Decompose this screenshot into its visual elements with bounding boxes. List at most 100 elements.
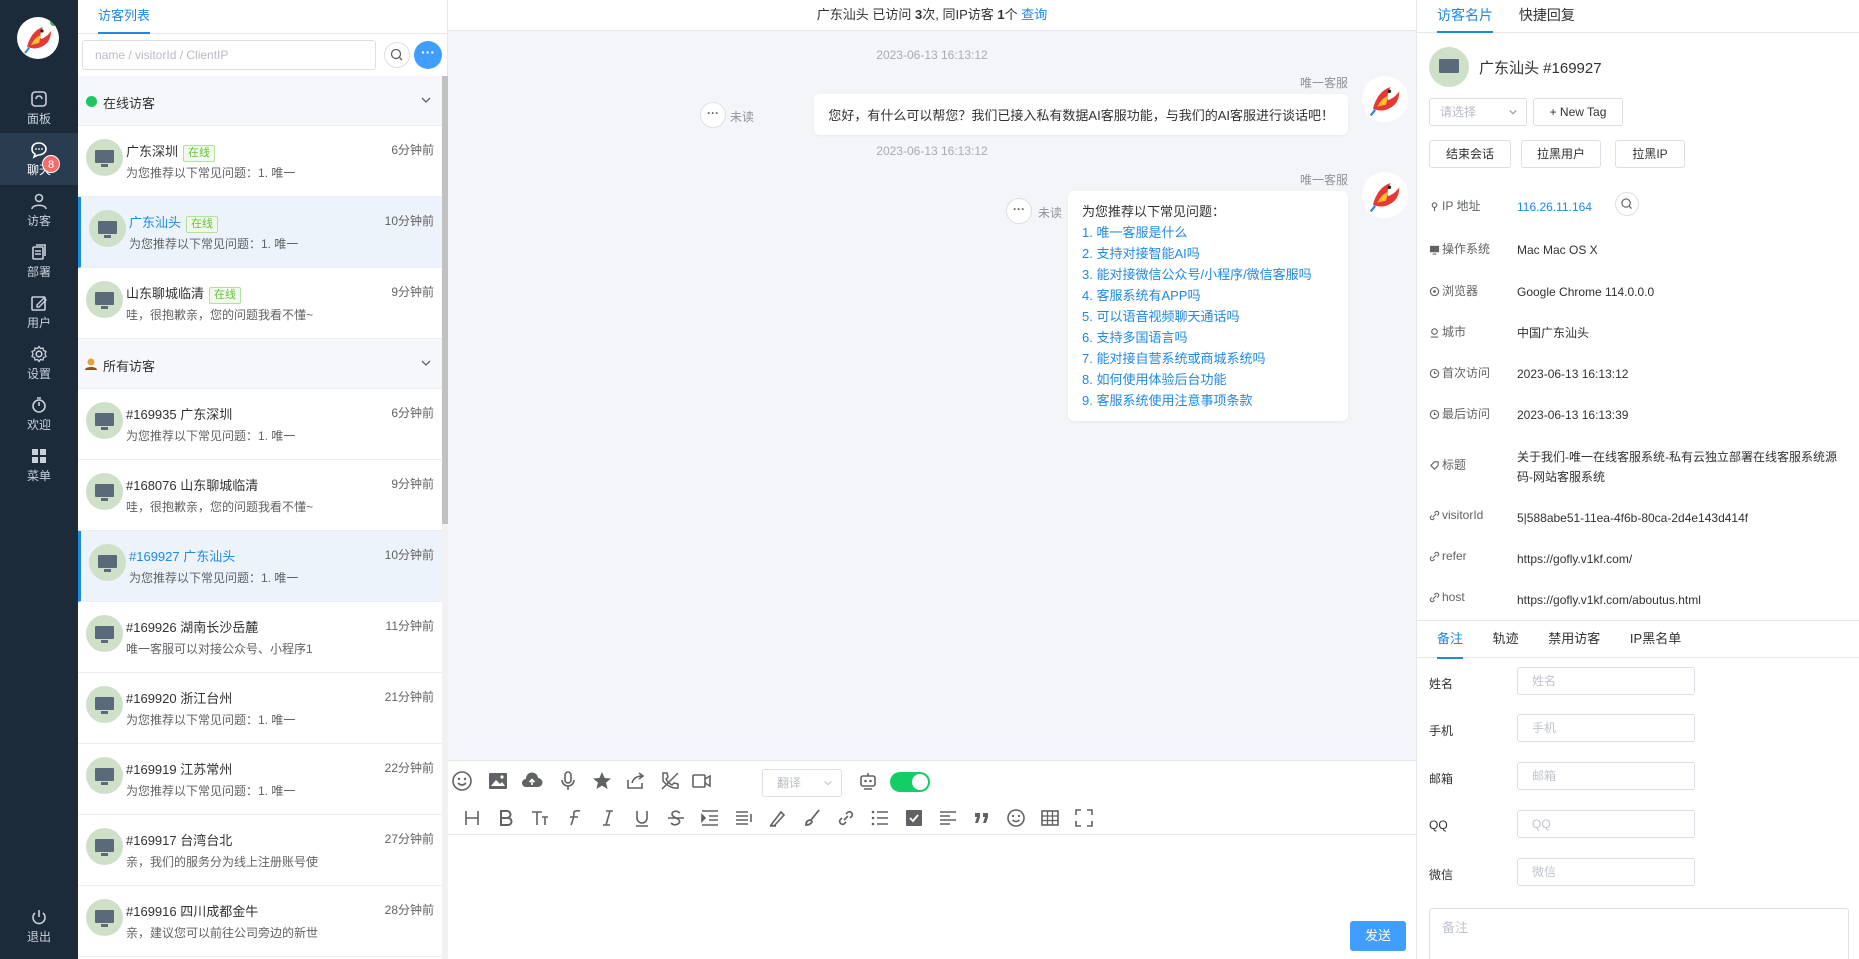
nav-item-settings[interactable]: 设置 — [0, 337, 78, 389]
strikethrough-icon[interactable] — [664, 806, 688, 830]
query-link[interactable]: 查询 — [1021, 7, 1047, 22]
faq-question-link[interactable]: 5. 可以语音视频聊天通话吗 — [1082, 306, 1334, 327]
faq-question-link[interactable]: 9. 客服系统使用注意事项条款 — [1082, 390, 1334, 411]
list-item[interactable]: 广东深圳 在线 6分钟前 为您推荐以下常见问题：1. 唯一 — [78, 126, 442, 197]
visitor-search-input[interactable] — [82, 40, 376, 70]
avatar — [86, 899, 123, 936]
list-item[interactable]: #169927 广东汕头 10分钟前 为您推荐以下常见问题：1. 唯一 — [78, 531, 442, 602]
list-item[interactable]: #169919 江苏常州 22分钟前 为您推荐以下常见问题：1. 唯一 — [78, 744, 442, 815]
faq-question-link[interactable]: 6. 支持多国语言吗 — [1082, 327, 1334, 348]
list-item[interactable]: #169916 四川成都金牛 28分钟前 亲，建议您可以前往公司旁边的新世 — [78, 886, 442, 957]
nav-item-users[interactable]: 用户 — [0, 286, 78, 338]
field-label: 微信 — [1429, 868, 1454, 882]
phone-field[interactable] — [1517, 714, 1695, 742]
star-icon[interactable] — [590, 769, 614, 793]
tab-trace[interactable]: 轨迹 — [1493, 621, 1519, 657]
chevron-down-icon[interactable] — [420, 357, 432, 369]
line-height-icon[interactable] — [732, 806, 756, 830]
robot-icon[interactable] — [856, 769, 880, 793]
list-item[interactable]: #169917 台湾台北 27分钟前 亲，我们的服务分为线上注册账号使 — [78, 815, 442, 886]
remark-textarea[interactable] — [1429, 908, 1849, 959]
visitor-scroll-area[interactable]: 在线访客 广东深圳 在线 6分钟前 为您推荐以下常见问题：1. 唯一 广东汕头 在线… — [78, 76, 442, 959]
list-item[interactable]: #169935 广东深圳 6分钟前 为您推荐以下常见问题：1. 唯一 — [78, 389, 442, 460]
align-left-icon[interactable] — [936, 806, 960, 830]
tab-visitor-list[interactable]: 访客列表 — [98, 0, 151, 34]
underline-icon[interactable] — [630, 806, 654, 830]
send-button[interactable]: 发送 — [1350, 921, 1406, 951]
indent-icon[interactable] — [698, 806, 722, 830]
faq-question-link[interactable]: 4. 客服系统有APP吗 — [1082, 285, 1334, 306]
app-logo[interactable] — [17, 17, 59, 59]
message-more-button[interactable]: ··· — [700, 102, 726, 128]
visitor-last-message: 为您推荐以下常见问题：1. 唯一 — [126, 429, 296, 443]
chevron-down-icon[interactable] — [420, 94, 432, 106]
heading-icon[interactable] — [460, 806, 484, 830]
nav-item-deploy[interactable]: 部署 — [0, 235, 78, 287]
nav-item-logout[interactable]: 退出 — [0, 900, 78, 952]
font-size-icon[interactable] — [528, 806, 552, 830]
info-label: 操作系统 — [1429, 240, 1490, 257]
nav-item-visitors[interactable]: 访客 — [0, 184, 78, 236]
italic-icon[interactable] — [596, 806, 620, 830]
font-color-icon[interactable] — [766, 806, 790, 830]
nav-item-dashboard[interactable]: 面板 — [0, 82, 78, 134]
tab-banned-visitors[interactable]: 禁用访客 — [1548, 621, 1600, 657]
block-ip-button[interactable]: 拉黑IP — [1615, 140, 1685, 168]
tab-remark[interactable]: 备注 — [1437, 621, 1464, 659]
qq-field[interactable] — [1517, 810, 1695, 838]
faq-question-link[interactable]: 8. 如何使用体验后台功能 — [1082, 369, 1334, 390]
microphone-icon[interactable] — [556, 769, 580, 793]
ip-address[interactable]: 116.26.11.164 — [1517, 197, 1847, 217]
nav-item-chat[interactable]: 聊天 8 — [0, 133, 78, 185]
ip-lookup-button[interactable] — [1615, 192, 1639, 216]
upload-cloud-icon[interactable] — [520, 769, 544, 793]
faq-question-link[interactable]: 3. 能对接微信公众号/小程序/微信客服吗 — [1082, 264, 1334, 285]
nav-item-welcome[interactable]: 欢迎 — [0, 388, 78, 440]
background-color-icon[interactable] — [800, 806, 824, 830]
wechat-field[interactable] — [1517, 858, 1695, 886]
checkbox-icon[interactable] — [902, 806, 926, 830]
ai-reply-toggle[interactable] — [890, 772, 930, 792]
font-family-icon[interactable] — [562, 806, 586, 830]
list-item[interactable]: #169926 湖南长沙岳麓 11分钟前 唯一客服可以对接公众号、小程序1 — [78, 602, 442, 673]
bullet-list-icon[interactable] — [868, 806, 892, 830]
online-visitors-header[interactable]: 在线访客 — [78, 76, 442, 126]
search-icon — [1621, 198, 1633, 210]
visitor-last-message: 为您推荐以下常见问题：1. 唯一 — [129, 237, 299, 251]
quote-icon[interactable] — [970, 806, 994, 830]
name-field[interactable] — [1517, 667, 1695, 695]
bold-icon[interactable] — [494, 806, 518, 830]
search-button[interactable] — [384, 42, 410, 68]
list-item[interactable]: #169920 浙江台州 21分钟前 为您推荐以下常见问题：1. 唯一 — [78, 673, 442, 744]
table-icon[interactable] — [1038, 806, 1062, 830]
translate-placeholder: 翻译 — [777, 776, 802, 790]
tab-visitor-card[interactable]: 访客名片 — [1437, 0, 1493, 33]
message-more-button[interactable]: ··· — [1006, 198, 1032, 224]
faq-question-link[interactable]: 2. 支持对接智能AI吗 — [1082, 243, 1334, 264]
share-icon[interactable] — [624, 769, 648, 793]
end-session-button[interactable]: 结束会话 — [1429, 140, 1511, 168]
list-item[interactable]: 广东汕头 在线 10分钟前 为您推荐以下常见问题：1. 唯一 — [78, 197, 442, 268]
emoji-icon[interactable] — [1004, 806, 1028, 830]
new-tag-button[interactable]: + New Tag — [1533, 98, 1623, 126]
nav-item-menu[interactable]: 菜单 — [0, 439, 78, 491]
link-icon[interactable] — [834, 806, 858, 830]
all-visitors-header[interactable]: 所有访客 — [78, 339, 442, 389]
phone-off-icon[interactable] — [658, 769, 682, 793]
tag-select[interactable]: 请选择 — [1429, 98, 1527, 126]
email-field[interactable] — [1517, 762, 1695, 790]
tab-quick-reply[interactable]: 快捷回复 — [1519, 0, 1575, 31]
block-user-button[interactable]: 拉黑用户 — [1521, 140, 1601, 168]
video-icon[interactable] — [690, 769, 714, 793]
more-button[interactable]: ··· — [414, 41, 442, 69]
faq-question-link[interactable]: 1. 唯一客服是什么 — [1082, 222, 1334, 243]
visitor-time: 28分钟前 — [384, 903, 434, 917]
faq-question-link[interactable]: 7. 能对接自营系统或商城系统吗 — [1082, 348, 1334, 369]
list-item[interactable]: #168076 山东聊城临清 9分钟前 哇，很抱歉亲，您的问题我看不懂~ — [78, 460, 442, 531]
image-icon[interactable] — [486, 769, 510, 793]
list-item[interactable]: 山东聊城临清 在线 9分钟前 哇，很抱歉亲，您的问题我看不懂~ — [78, 268, 442, 339]
fullscreen-icon[interactable] — [1072, 806, 1096, 830]
translate-select[interactable]: 翻译 — [762, 769, 842, 797]
emoji-icon[interactable] — [450, 769, 474, 793]
tab-ip-blacklist[interactable]: IP黑名单 — [1630, 621, 1681, 657]
